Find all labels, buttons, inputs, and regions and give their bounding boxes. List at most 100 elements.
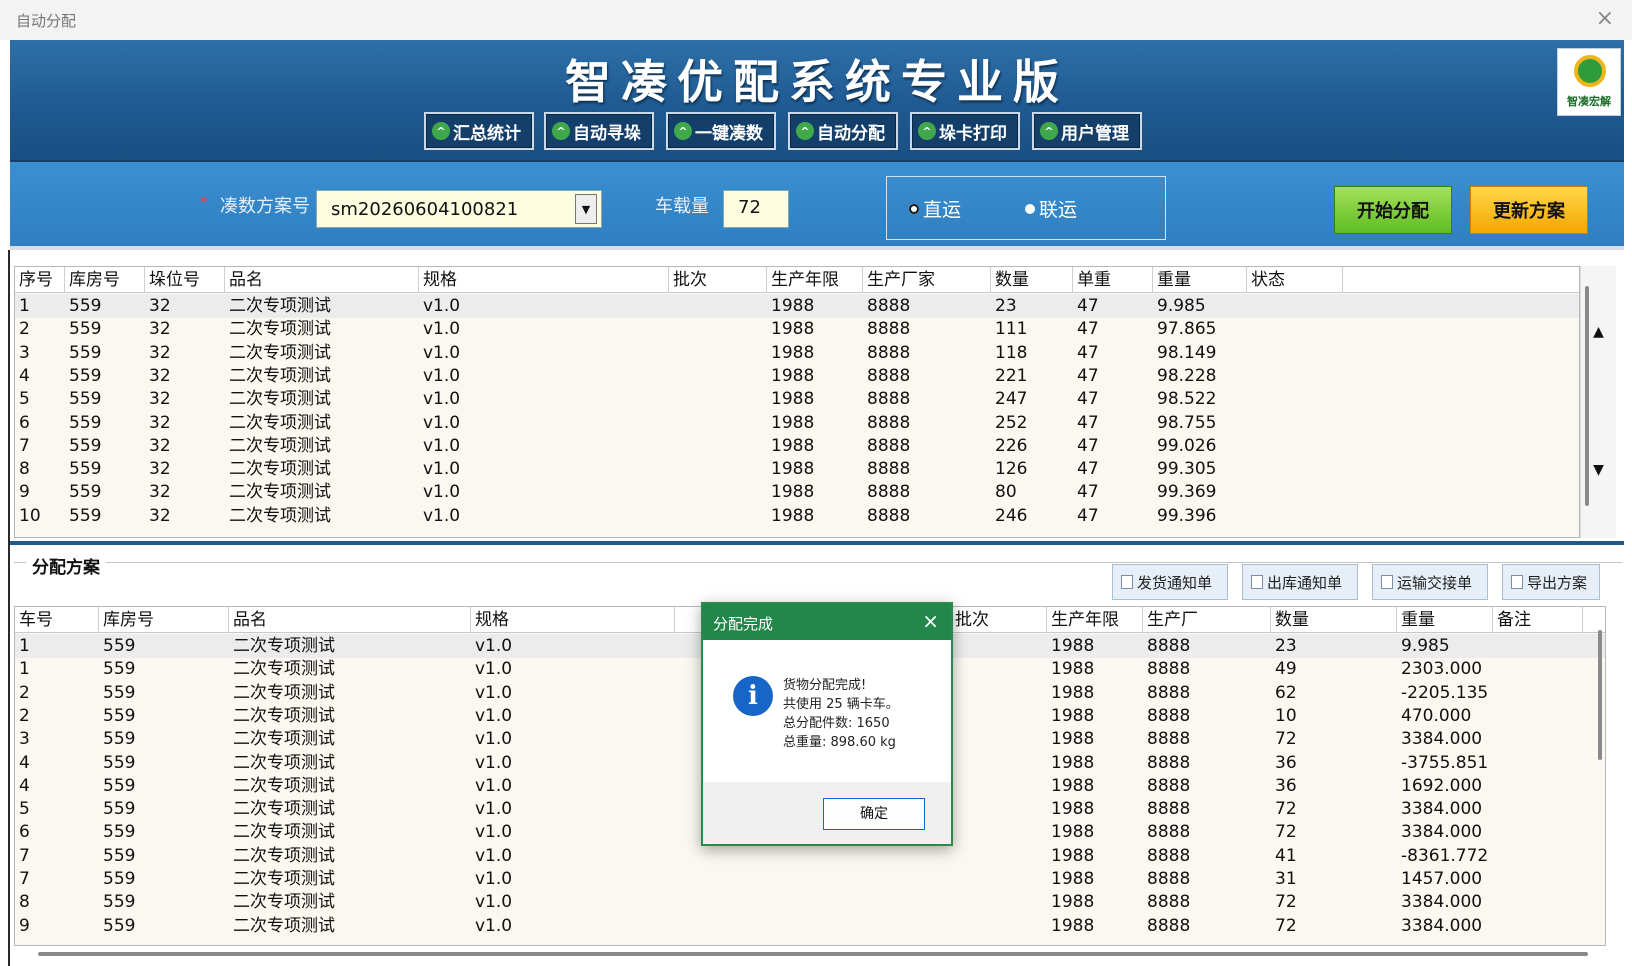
column-header[interactable]: 生产厂 xyxy=(1143,607,1271,633)
scheme-select[interactable]: sm20260604100821 ▼ xyxy=(316,190,602,228)
table-row[interactable]: 2 559 32 二次专项测试 v1.0 1988 8888 111 47 97.865 xyxy=(15,317,1579,341)
column-header[interactable]: 垛位号 xyxy=(145,267,225,293)
allocation-table-scrollbar[interactable] xyxy=(1590,606,1612,946)
table-cell xyxy=(951,727,1047,751)
column-header[interactable]: 库房号 xyxy=(99,607,229,633)
table-cell: 9 xyxy=(19,915,30,936)
nav-button-1[interactable]: ^ 汇总统计 xyxy=(424,112,534,150)
stock-table-scrollbar[interactable]: ▲ ▼ xyxy=(1580,266,1616,538)
table-cell: 49 xyxy=(1275,659,1297,680)
table-cell: 8888 xyxy=(1147,799,1191,820)
section-button-2[interactable]: 出库通知单 xyxy=(1242,564,1358,600)
column-header[interactable]: 备注 xyxy=(1493,607,1583,633)
column-header[interactable]: 批次 xyxy=(951,607,1047,633)
table-cell: 559 xyxy=(103,775,136,796)
dialog-line-3: 总分配件数: 1650 xyxy=(783,716,890,731)
dialog-close-icon[interactable]: × xyxy=(922,609,939,633)
table-cell: 8888 xyxy=(867,389,911,410)
section-button-1[interactable]: 发货通知单 xyxy=(1112,564,1228,600)
table-cell: 47 xyxy=(1077,505,1099,526)
table-cell: 二次专项测试 xyxy=(229,459,331,480)
column-header[interactable]: 单重 xyxy=(1073,267,1153,293)
update-scheme-button[interactable]: 更新方案 xyxy=(1470,186,1588,234)
table-cell: 1988 xyxy=(1051,799,1095,820)
dialog-ok-button[interactable]: 确定 xyxy=(823,798,925,830)
table-cell xyxy=(1493,704,1583,728)
table-cell: 3384.000 xyxy=(1401,892,1483,913)
table-cell: 二次专项测试 xyxy=(233,915,335,936)
table-row[interactable]: 3 559 32 二次专项测试 v1.0 1988 8888 118 47 98.149 xyxy=(15,341,1579,365)
table-row[interactable]: 7 559 二次专项测试 v1.0 1988 8888 41 -8361.772 xyxy=(15,844,1605,868)
table-row[interactable]: 7 559 32 二次专项测试 v1.0 1988 8888 226 47 99.026 xyxy=(15,434,1579,458)
table-row[interactable]: 9 559 32 二次专项测试 v1.0 1988 8888 80 47 99.369 xyxy=(15,480,1579,504)
column-header[interactable]: 状态 xyxy=(1247,267,1343,293)
table-cell xyxy=(669,317,767,341)
table-cell xyxy=(1247,294,1343,318)
column-header[interactable]: 数量 xyxy=(991,267,1073,293)
table-cell: v1.0 xyxy=(423,459,461,480)
section-button-4[interactable]: 导出方案 xyxy=(1502,564,1600,600)
column-header[interactable]: 品名 xyxy=(229,607,471,633)
table-row[interactable]: 4 559 32 二次专项测试 v1.0 1988 8888 221 47 98.228 xyxy=(15,364,1579,388)
column-header[interactable]: 品名 xyxy=(225,267,419,293)
scroll-thumb[interactable] xyxy=(1598,630,1602,760)
radio-direct[interactable]: 直运 xyxy=(909,195,961,222)
radio-combined[interactable]: 联运 xyxy=(1025,195,1077,222)
table-cell: 9.985 xyxy=(1157,296,1206,316)
table-cell xyxy=(669,480,767,504)
table-cell xyxy=(1493,914,1583,938)
table-cell: 4 xyxy=(19,752,30,773)
nav-button-6[interactable]: ^ 用户管理 xyxy=(1032,112,1142,150)
chevron-up-icon: ^ xyxy=(918,122,936,140)
nav-button-3[interactable]: ^ 一键凑数 xyxy=(666,112,776,150)
column-header[interactable]: 批次 xyxy=(669,267,767,293)
column-header[interactable]: 库房号 xyxy=(65,267,145,293)
column-header[interactable]: 生产年限 xyxy=(767,267,863,293)
start-allocation-button[interactable]: 开始分配 xyxy=(1334,186,1452,234)
scroll-down-icon[interactable]: ▼ xyxy=(1581,462,1616,478)
nav-button-5[interactable]: ^ 垛卡打印 xyxy=(910,112,1020,150)
table-cell: 31 xyxy=(1275,869,1297,889)
column-header[interactable]: 规格 xyxy=(419,267,669,293)
table-row[interactable]: 6 559 32 二次专项测试 v1.0 1988 8888 252 47 98.755 xyxy=(15,411,1579,435)
column-header[interactable]: 重量 xyxy=(1153,267,1247,293)
table-cell: 7 xyxy=(19,845,30,866)
table-cell: 1988 xyxy=(1051,659,1095,680)
column-header[interactable]: 数量 xyxy=(1271,607,1397,633)
nav-button-label: 垛卡打印 xyxy=(939,123,1007,144)
table-cell xyxy=(1247,364,1343,388)
table-cell xyxy=(951,820,1047,844)
table-cell: 7 xyxy=(19,869,30,889)
table-row[interactable]: 9 559 二次专项测试 v1.0 1988 8888 72 3384.000 xyxy=(15,914,1605,938)
table-row[interactable]: 5 559 32 二次专项测试 v1.0 1988 8888 247 47 98.522 xyxy=(15,387,1579,411)
table-row[interactable]: 1 559 32 二次专项测试 v1.0 1988 8888 23 47 9.985 xyxy=(15,294,1579,318)
column-header[interactable]: 生产厂家 xyxy=(863,267,991,293)
window-close-icon[interactable]: × xyxy=(1596,6,1614,31)
chevron-down-icon[interactable]: ▼ xyxy=(575,194,597,224)
table-cell: 1988 xyxy=(1051,705,1095,726)
table-cell: 二次专项测试 xyxy=(233,869,335,889)
nav-button-2[interactable]: ^ 自动寻垛 xyxy=(544,112,654,150)
radio-direct-label: 直运 xyxy=(923,199,962,221)
table-cell: 二次专项测试 xyxy=(233,659,335,680)
table-cell: v1.0 xyxy=(475,705,513,726)
column-header[interactable]: 重量 xyxy=(1397,607,1493,633)
table-row[interactable]: 7 559 二次专项测试 v1.0 1988 8888 31 1457.000 xyxy=(15,867,1605,891)
allocation-table-hscroll[interactable] xyxy=(38,952,1588,956)
table-cell: 1988 xyxy=(1051,822,1095,843)
column-header[interactable]: 规格 xyxy=(471,607,675,633)
section-button-3[interactable]: 运输交接单 xyxy=(1372,564,1488,600)
table-cell xyxy=(669,504,767,528)
nav-button-4[interactable]: ^ 自动分配 xyxy=(788,112,898,150)
table-cell xyxy=(1493,890,1583,914)
column-header[interactable]: 序号 xyxy=(15,267,65,293)
table-cell: 559 xyxy=(103,752,136,773)
logo-text: 智凑宏解 xyxy=(1567,95,1611,108)
column-header[interactable]: 生产年限 xyxy=(1047,607,1143,633)
table-row[interactable]: 10 559 32 二次专项测试 v1.0 1988 8888 246 47 99.396 xyxy=(15,504,1579,528)
table-row[interactable]: 8 559 32 二次专项测试 v1.0 1988 8888 126 47 99.305 xyxy=(15,457,1579,481)
column-header[interactable]: 车号 xyxy=(15,607,99,633)
table-cell: 1988 xyxy=(1051,682,1095,703)
table-row[interactable]: 8 559 二次专项测试 v1.0 1988 8888 72 3384.000 xyxy=(15,890,1605,914)
load-input[interactable]: 72 xyxy=(723,190,789,228)
